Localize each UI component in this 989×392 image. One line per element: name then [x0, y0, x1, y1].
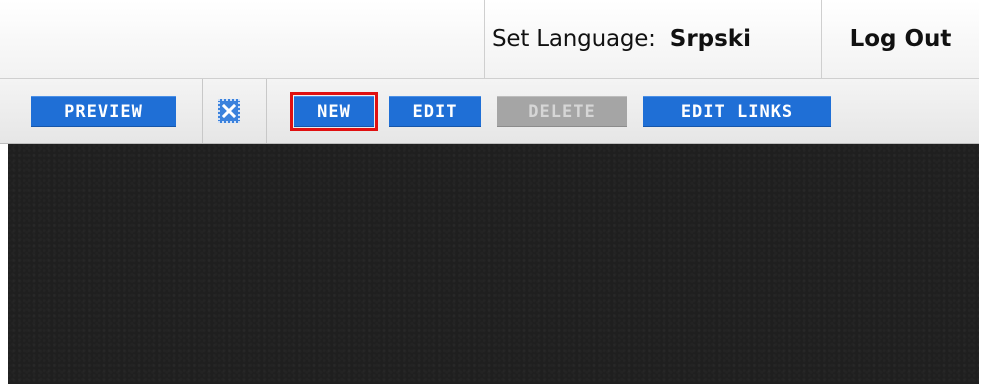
top-header: Set Language: Srpski Log Out: [0, 0, 979, 79]
toolbar-divider: [266, 79, 267, 143]
bottom-margin: [0, 384, 989, 392]
preview-button[interactable]: PREVIEW: [31, 96, 176, 127]
close-x-glyph-icon: [222, 104, 236, 118]
new-button[interactable]: NEW: [290, 92, 378, 131]
left-margin: [0, 144, 8, 392]
toolbar: PREVIEW NEW EDIT DELETE EDIT LINKS: [0, 79, 979, 144]
language-selector: Set Language: Srpski: [484, 0, 821, 78]
header-spacer: [0, 0, 484, 78]
edit-links-button[interactable]: EDIT LINKS: [643, 96, 831, 127]
right-margin: [979, 0, 989, 392]
edit-button[interactable]: EDIT: [389, 96, 481, 127]
language-value-link[interactable]: Srpski: [670, 26, 751, 52]
delete-button: DELETE: [497, 96, 627, 127]
close-x-icon[interactable]: [218, 99, 240, 123]
content-area: [8, 144, 979, 384]
language-label: Set Language:: [492, 26, 656, 52]
app-frame: Set Language: Srpski Log Out PREVIEW NEW…: [0, 0, 989, 392]
toolbar-divider: [202, 79, 203, 143]
logout-button[interactable]: Log Out: [821, 0, 979, 78]
